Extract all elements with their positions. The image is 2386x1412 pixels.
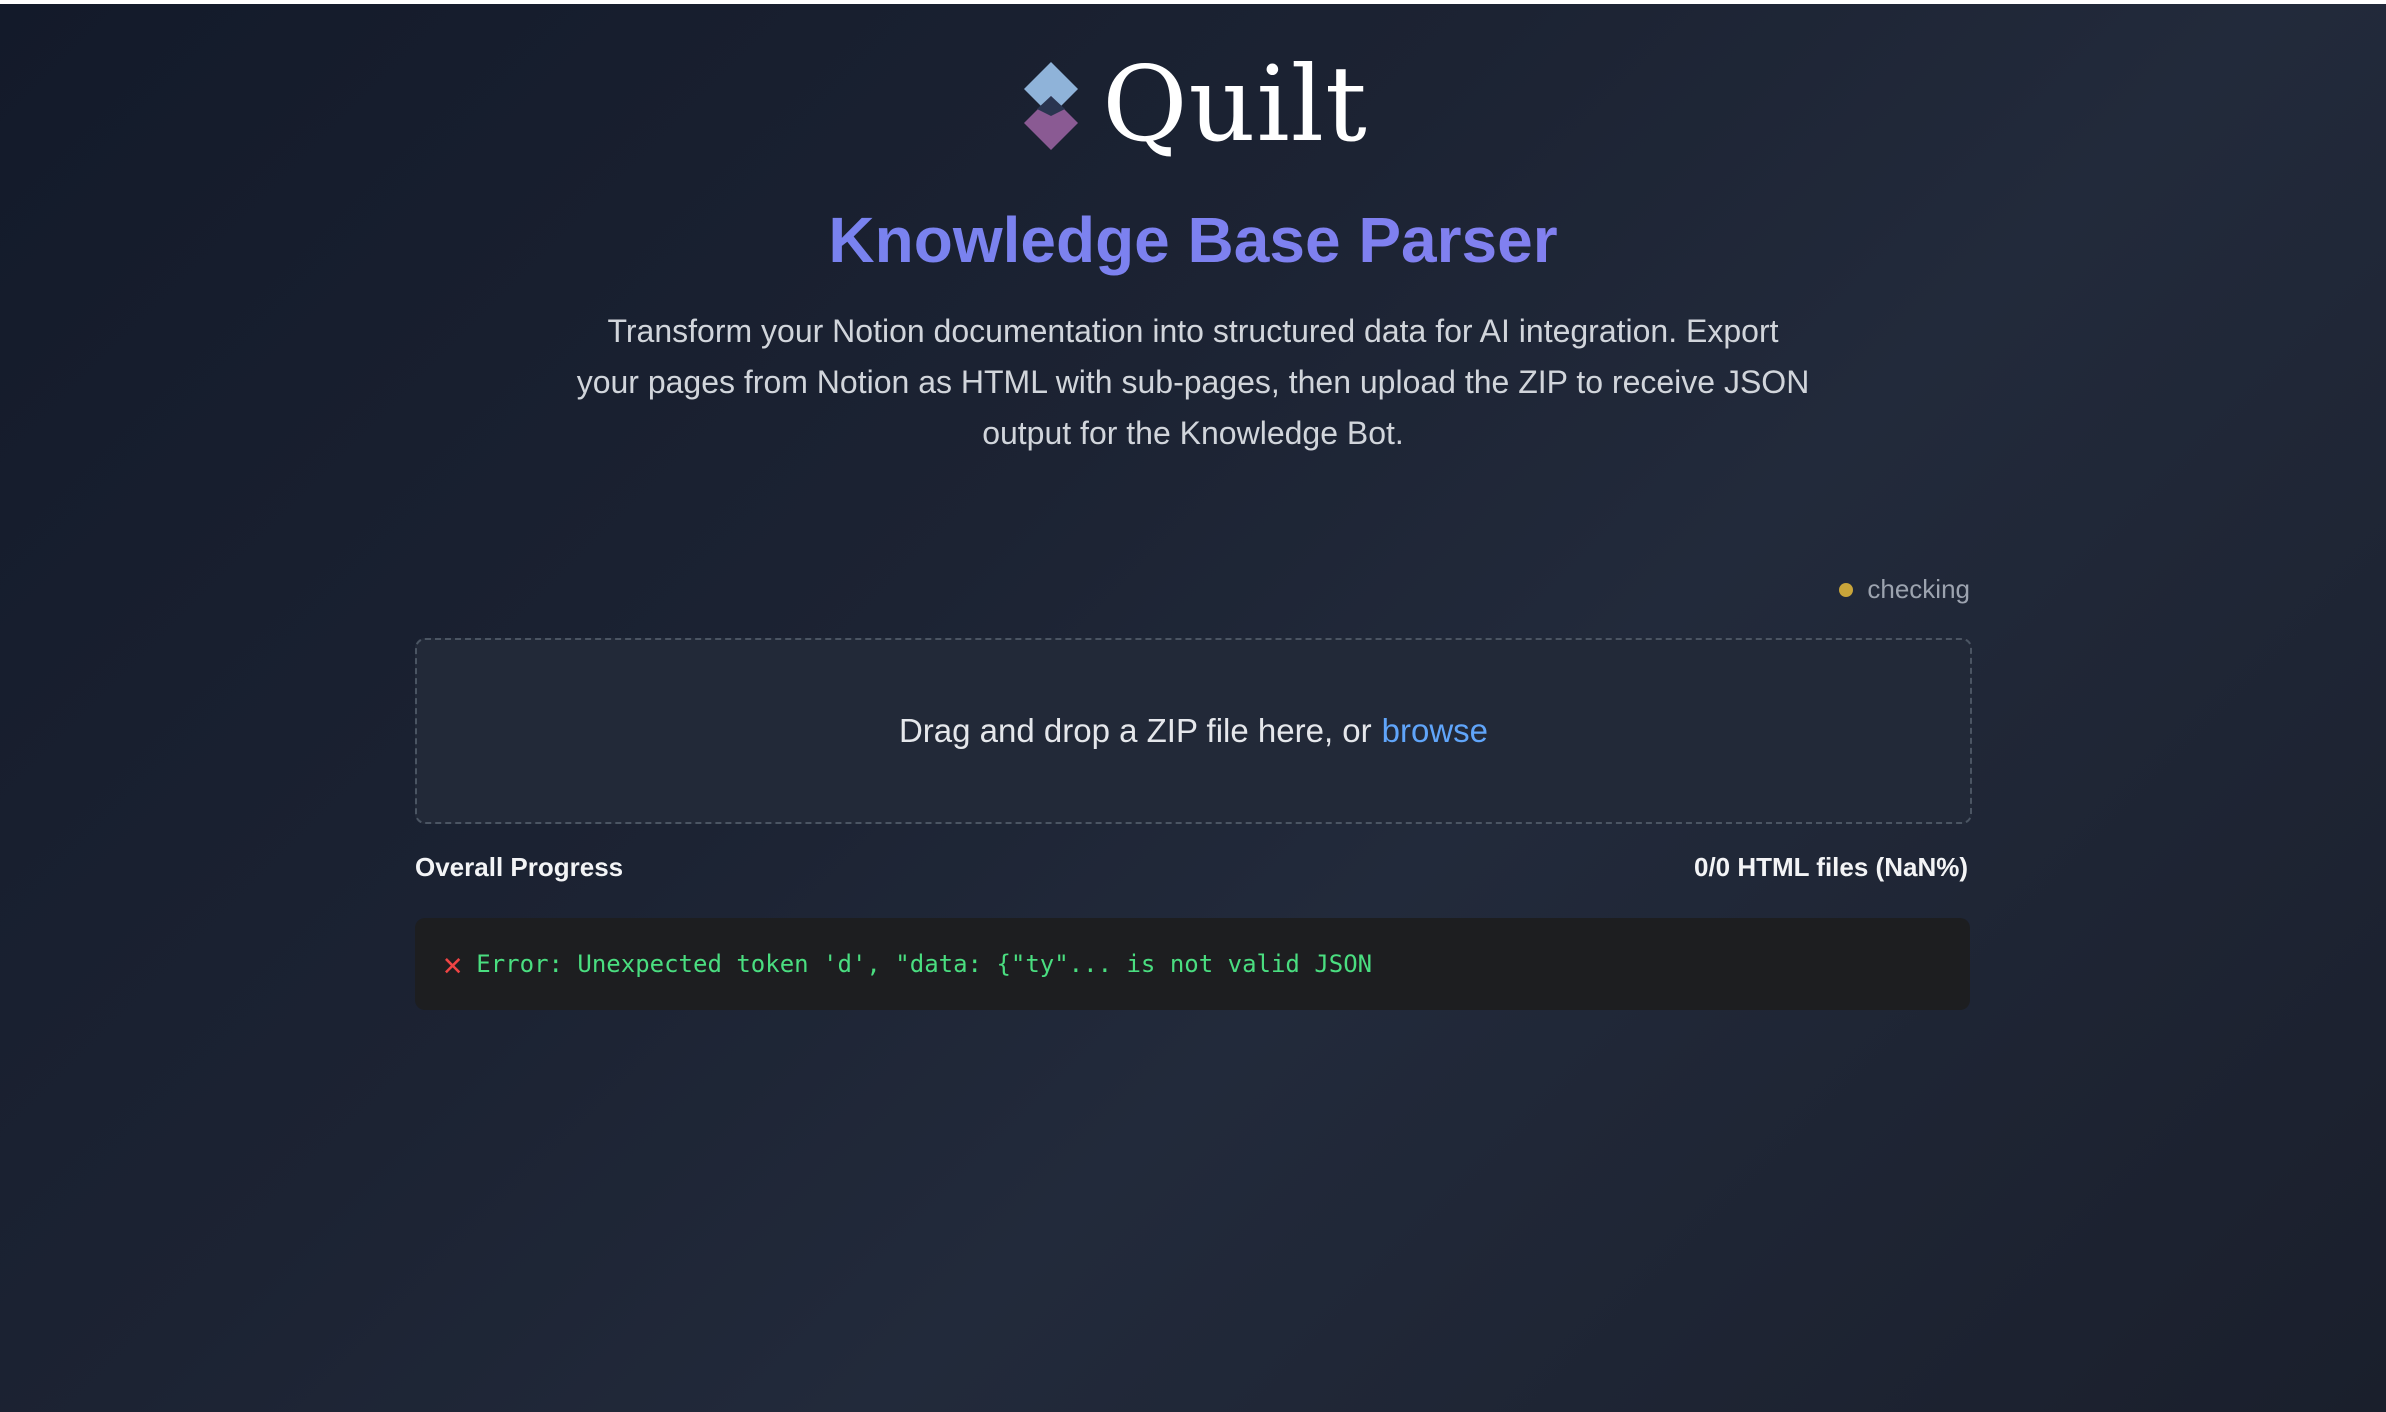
dropzone-prompt: Drag and drop a ZIP file here, or [898,712,1372,749]
zip-dropzone[interactable]: Drag and drop a ZIP file here, or browse [415,638,1972,824]
window-top-edge [0,0,2386,4]
brand-header: Quilt [0,52,2386,156]
log-output: ✕ Error: Unexpected token 'd', "data: {"… [415,918,1970,1010]
log-message: Error: Unexpected token 'd', "data: {"ty… [476,950,1373,978]
page-title: Knowledge Base Parser [0,200,2386,280]
status-indicator: checking [1839,574,1970,605]
page-description: Transform your Notion documentation into… [576,313,1810,451]
status-label: checking [1867,574,1970,604]
quilt-diamond-logo-icon [1024,62,1079,150]
error-x-icon: ✕ [443,945,463,983]
progress-value: 0/0 HTML files (NaN%) [1693,852,1968,882]
status-dot-icon [1839,582,1854,597]
browse-link[interactable]: browse [1382,712,1488,750]
brand-name: Quilt [1102,43,1368,165]
progress-label: Overall Progress [415,852,624,882]
overall-progress: Overall Progress 0/0 HTML files (NaN%) [415,852,1968,883]
